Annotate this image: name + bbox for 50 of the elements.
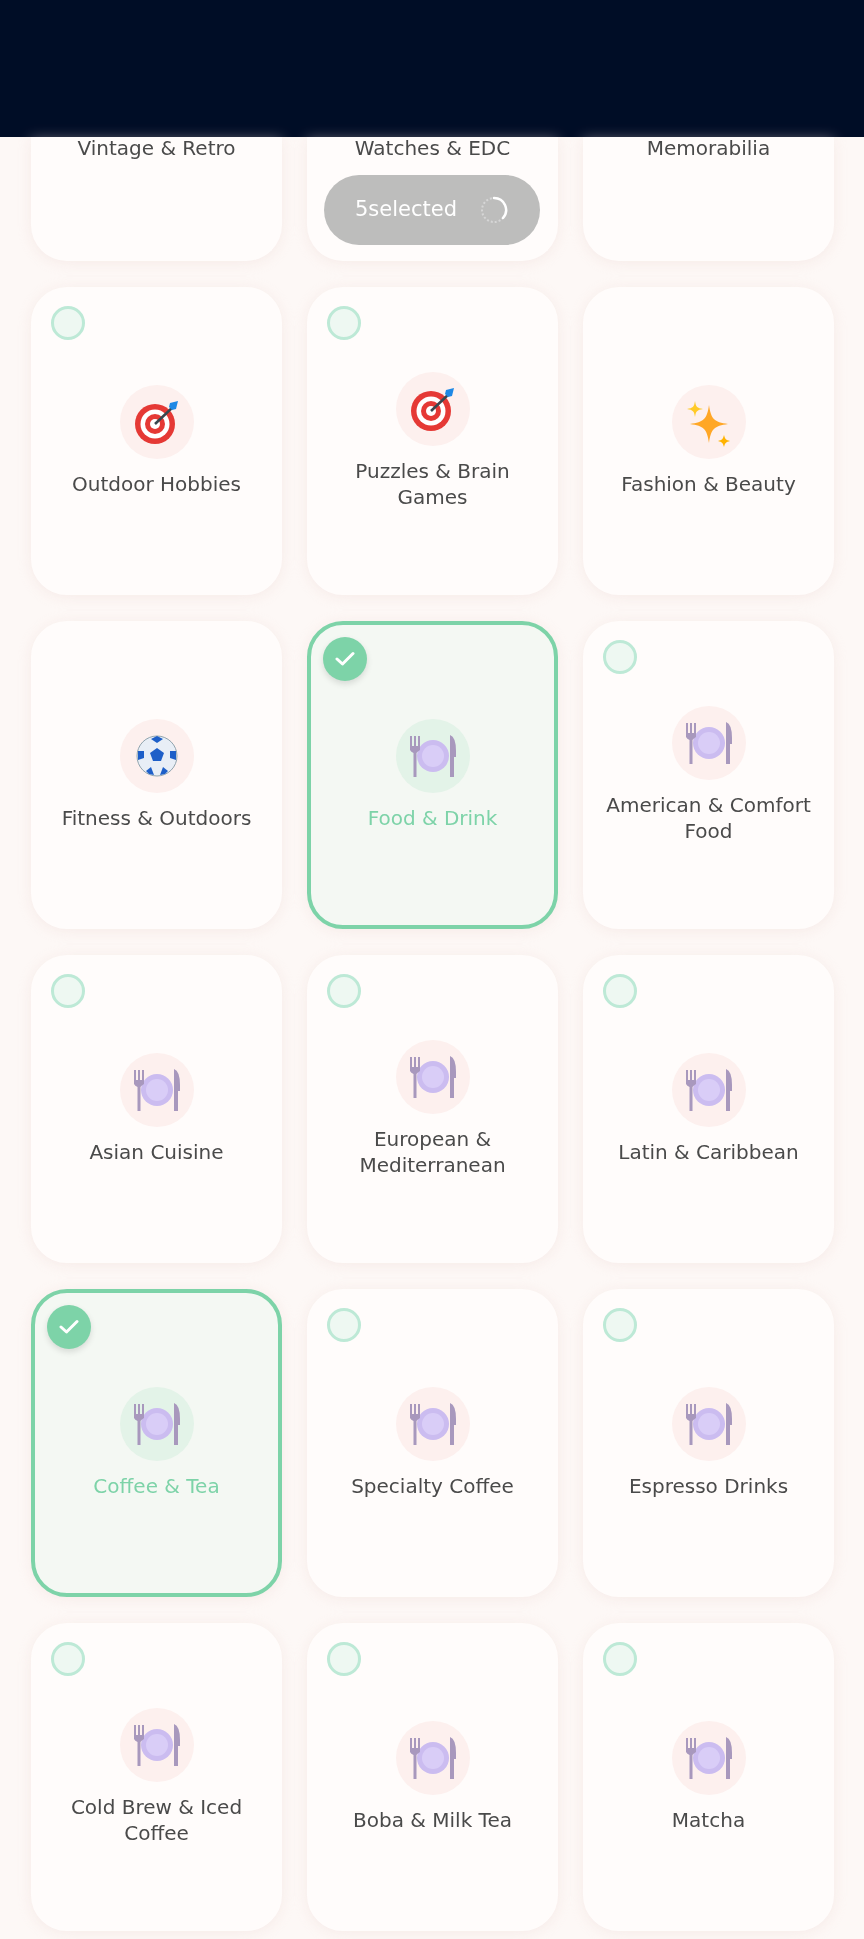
category-card[interactable]: Specialty Coffee xyxy=(307,1289,558,1597)
category-card[interactable]: Fitness & Outdoors xyxy=(31,621,282,929)
checkbox[interactable] xyxy=(603,974,637,1008)
category-label: Fashion & Beauty xyxy=(621,471,796,497)
checkbox[interactable] xyxy=(323,637,367,681)
category-card[interactable]: Boba & Milk Tea xyxy=(307,1623,558,1931)
category-label: Watches & EDC xyxy=(354,135,511,161)
checkbox[interactable] xyxy=(327,974,361,1008)
category-label: Memorabilia xyxy=(646,135,771,161)
category-label: Puzzles & Brain Games xyxy=(354,458,511,510)
category-label: Fitness & Outdoors xyxy=(61,805,252,831)
category-card[interactable]: American & Comfort Food xyxy=(583,621,834,929)
checkbox[interactable] xyxy=(327,306,361,340)
checkbox[interactable] xyxy=(603,1642,637,1676)
category-label: Asian Cuisine xyxy=(89,1139,224,1165)
checkbox[interactable] xyxy=(51,306,85,340)
category-card[interactable]: Matcha xyxy=(583,1623,834,1931)
category-label: American & Comfort Food xyxy=(605,792,812,844)
spinner-icon xyxy=(479,195,509,225)
checkbox[interactable] xyxy=(327,1642,361,1676)
category-label: Coffee & Tea xyxy=(93,1473,220,1499)
category-card[interactable]: Memorabilia xyxy=(583,137,834,261)
category-card[interactable]: European & Mediterranean xyxy=(307,955,558,1263)
category-card[interactable]: Espresso Drinks xyxy=(583,1289,834,1597)
check-icon xyxy=(335,651,355,667)
checkbox[interactable] xyxy=(51,1642,85,1676)
checkbox[interactable] xyxy=(327,1308,361,1342)
category-label: European & Mediterranean xyxy=(358,1126,507,1178)
checkbox[interactable] xyxy=(47,1305,91,1349)
checkbox[interactable] xyxy=(603,1308,637,1342)
category-label: Boba & Milk Tea xyxy=(353,1807,512,1833)
category-label: Outdoor Hobbies xyxy=(72,471,241,497)
category-label: Latin & Caribbean xyxy=(618,1139,799,1165)
category-label: Specialty Coffee xyxy=(351,1473,514,1499)
category-card[interactable]: Vintage & Retro xyxy=(31,137,282,261)
category-card[interactable]: Puzzles & Brain Games xyxy=(307,287,558,595)
category-card[interactable]: Cold Brew & Iced Coffee xyxy=(31,1623,282,1931)
category-label: Espresso Drinks xyxy=(628,1473,789,1499)
selection-count: 5selected xyxy=(355,196,457,224)
category-label: Vintage & Retro xyxy=(77,135,236,161)
check-icon xyxy=(59,1319,79,1335)
category-card[interactable]: Fashion & Beauty xyxy=(583,287,834,595)
category-card[interactable]: Latin & Caribbean xyxy=(583,955,834,1263)
category-label: Food & Drink xyxy=(367,805,498,831)
category-card[interactable]: Outdoor Hobbies xyxy=(31,287,282,595)
checkbox[interactable] xyxy=(603,640,637,674)
category-label: Cold Brew & Iced Coffee xyxy=(69,1794,244,1846)
category-card[interactable]: Asian Cuisine xyxy=(31,955,282,1263)
category-label: Matcha xyxy=(671,1807,746,1833)
checkbox[interactable] xyxy=(51,974,85,1008)
